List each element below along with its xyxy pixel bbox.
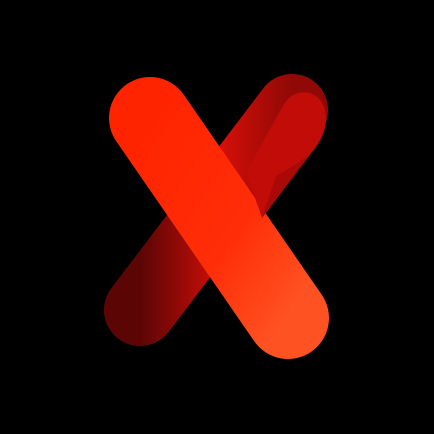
x-logo-icon	[104, 74, 329, 359]
app-icon-canvas	[0, 0, 434, 434]
